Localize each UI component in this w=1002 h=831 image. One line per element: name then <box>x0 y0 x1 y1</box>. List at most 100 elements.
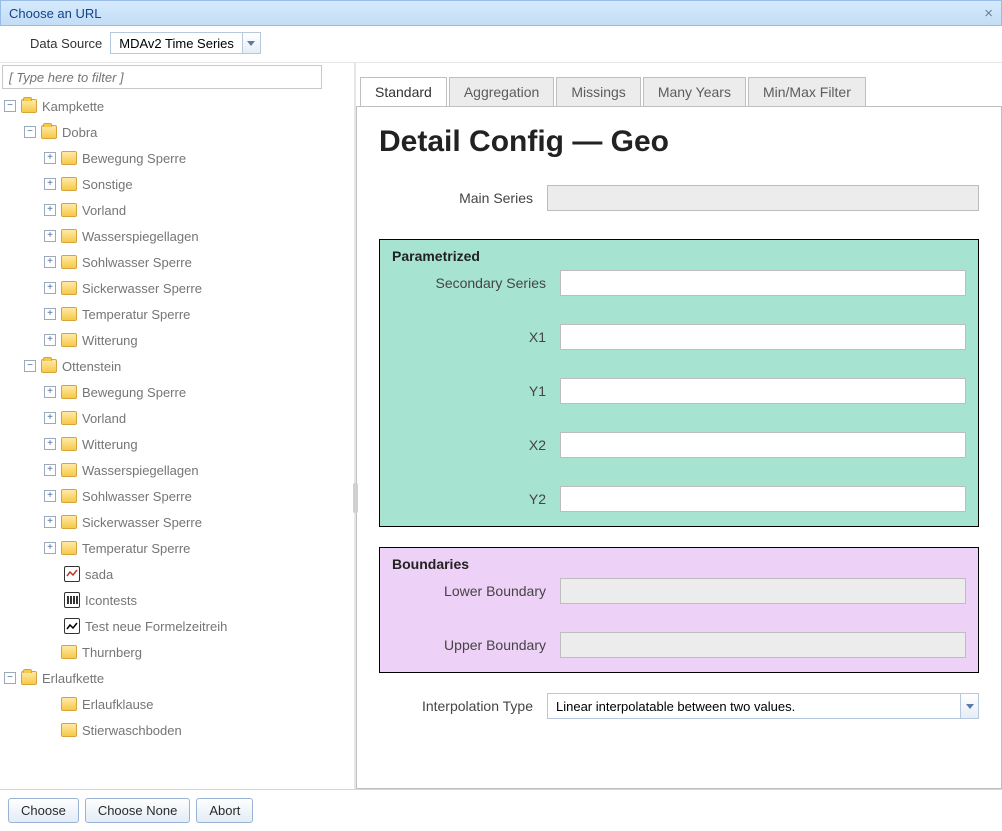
tree-node[interactable]: + Sohlwasser Sperre <box>0 483 354 509</box>
folder-icon <box>61 437 77 451</box>
choose-none-button[interactable]: Choose None <box>85 798 191 823</box>
expand-icon[interactable]: + <box>44 178 56 190</box>
expand-icon[interactable]: + <box>44 152 56 164</box>
field-input[interactable] <box>560 324 966 350</box>
tree-leaf[interactable]: Test neue Formelzeitreih <box>0 613 354 639</box>
tree-label: Test neue Formelzeitreih <box>85 619 227 634</box>
chevron-down-icon[interactable] <box>242 33 260 53</box>
collapse-icon[interactable]: − <box>4 100 16 112</box>
collapse-icon[interactable]: − <box>4 672 16 684</box>
collapse-icon[interactable]: − <box>24 360 36 372</box>
tree-label: Erlaufkette <box>42 671 104 686</box>
row-upper-boundary: Upper Boundary <box>392 632 966 658</box>
close-icon[interactable]: × <box>984 5 993 22</box>
tree-panel: − Kampkette − Dobra + Bewegung Sperre + … <box>0 63 355 789</box>
tab-missings[interactable]: Missings <box>556 77 640 106</box>
tab-standard[interactable]: Standard <box>360 77 447 106</box>
expand-icon[interactable]: + <box>44 542 56 554</box>
row-interpolation: Interpolation Type Linear interpolatable… <box>379 693 979 719</box>
tree-label: Temperatur Sperre <box>82 307 190 322</box>
collapse-icon[interactable]: − <box>24 126 36 138</box>
folder-icon <box>61 385 77 399</box>
tab-many-years[interactable]: Many Years <box>643 77 746 106</box>
interpolation-value: Linear interpolatable between two values… <box>548 699 960 714</box>
page-heading: Detail Config — Geo <box>379 125 979 159</box>
row-main-series: Main Series <box>379 185 979 211</box>
tab-aggregation[interactable]: Aggregation <box>449 77 555 106</box>
window-titlebar: Choose an URL × <box>0 0 1002 26</box>
expand-icon[interactable]: + <box>44 386 56 398</box>
expand-icon[interactable]: + <box>44 490 56 502</box>
tree-node[interactable]: Stierwaschboden <box>0 717 354 743</box>
tab-min-max-filter[interactable]: Min/Max Filter <box>748 77 866 106</box>
splitter-handle[interactable] <box>355 63 356 789</box>
tree-label: Sohlwasser Sperre <box>82 255 192 270</box>
folder-icon <box>61 281 77 295</box>
tree-node[interactable]: + Temperatur Sperre <box>0 535 354 561</box>
spacer <box>44 698 56 710</box>
expand-icon[interactable]: + <box>44 464 56 476</box>
expand-icon[interactable]: + <box>44 282 56 294</box>
tree-node[interactable]: + Witterung <box>0 431 354 457</box>
choose-button[interactable]: Choose <box>8 798 79 823</box>
detail-panel: StandardAggregationMissingsMany YearsMin… <box>356 63 1002 789</box>
row-x2: X2 <box>392 432 966 458</box>
field-input[interactable] <box>560 486 966 512</box>
spacer <box>44 646 56 658</box>
tree-node[interactable]: Erlaufklause <box>0 691 354 717</box>
tree-node-erlaufkette[interactable]: − Erlaufkette <box>0 665 354 691</box>
tabs: StandardAggregationMissingsMany YearsMin… <box>356 63 1002 106</box>
bars-icon <box>64 592 80 608</box>
expand-icon[interactable]: + <box>44 412 56 424</box>
field-input[interactable] <box>560 270 966 296</box>
tree-node[interactable]: + Temperatur Sperre <box>0 301 354 327</box>
tree-label: Sohlwasser Sperre <box>82 489 192 504</box>
filter-input[interactable] <box>2 65 322 89</box>
tree-node[interactable]: + Bewegung Sperre <box>0 379 354 405</box>
tree-leaf[interactable]: sada <box>0 561 354 587</box>
tree-label: Kampkette <box>42 99 104 114</box>
field-label: Secondary Series <box>392 275 560 291</box>
tree-node[interactable]: + Wasserspiegellagen <box>0 457 354 483</box>
expand-icon[interactable]: + <box>44 516 56 528</box>
expand-icon[interactable]: + <box>44 230 56 242</box>
tree-node[interactable]: + Sickerwasser Sperre <box>0 509 354 535</box>
label-upper-boundary: Upper Boundary <box>392 637 560 653</box>
folder-open-icon <box>21 99 37 113</box>
tree-node[interactable]: + Vorland <box>0 405 354 431</box>
tree-label: sada <box>85 567 113 582</box>
tree-node[interactable]: + Sonstige <box>0 171 354 197</box>
field-input[interactable] <box>560 378 966 404</box>
chevron-down-icon[interactable] <box>960 694 978 718</box>
tree-node[interactable]: + Witterung <box>0 327 354 353</box>
tree-node[interactable]: + Sickerwasser Sperre <box>0 275 354 301</box>
tree-label: Bewegung Sperre <box>82 385 186 400</box>
tree-leaf[interactable]: Icontests <box>0 587 354 613</box>
field-input[interactable] <box>560 432 966 458</box>
abort-button[interactable]: Abort <box>196 798 253 823</box>
tree-node-dobra[interactable]: − Dobra <box>0 119 354 145</box>
tree-node[interactable]: + Bewegung Sperre <box>0 145 354 171</box>
tree-node-kampkette[interactable]: − Kampkette <box>0 93 354 119</box>
expand-icon[interactable]: + <box>44 438 56 450</box>
folder-icon <box>61 489 77 503</box>
folder-icon <box>61 645 77 659</box>
tree-node[interactable]: + Sohlwasser Sperre <box>0 249 354 275</box>
tree-node-thurnberg[interactable]: Thurnberg <box>0 639 354 665</box>
tree-node[interactable]: + Wasserspiegellagen <box>0 223 354 249</box>
tab-body-standard: Detail Config — Geo Main Series Parametr… <box>356 106 1002 789</box>
interpolation-combo[interactable]: Linear interpolatable between two values… <box>547 693 979 719</box>
expand-icon[interactable]: + <box>44 204 56 216</box>
tree-label: Dobra <box>62 125 97 140</box>
input-main-series[interactable] <box>547 185 979 211</box>
expand-icon[interactable]: + <box>44 256 56 268</box>
input-upper-boundary[interactable] <box>560 632 966 658</box>
tree-node-ottenstein[interactable]: − Ottenstein <box>0 353 354 379</box>
expand-icon[interactable]: + <box>44 308 56 320</box>
field-label: Y2 <box>392 491 560 507</box>
expand-icon[interactable]: + <box>44 334 56 346</box>
tree-node[interactable]: + Vorland <box>0 197 354 223</box>
datasource-combo[interactable]: MDAv2 Time Series <box>110 32 261 54</box>
input-lower-boundary[interactable] <box>560 578 966 604</box>
legend-boundaries: Boundaries <box>392 556 966 572</box>
